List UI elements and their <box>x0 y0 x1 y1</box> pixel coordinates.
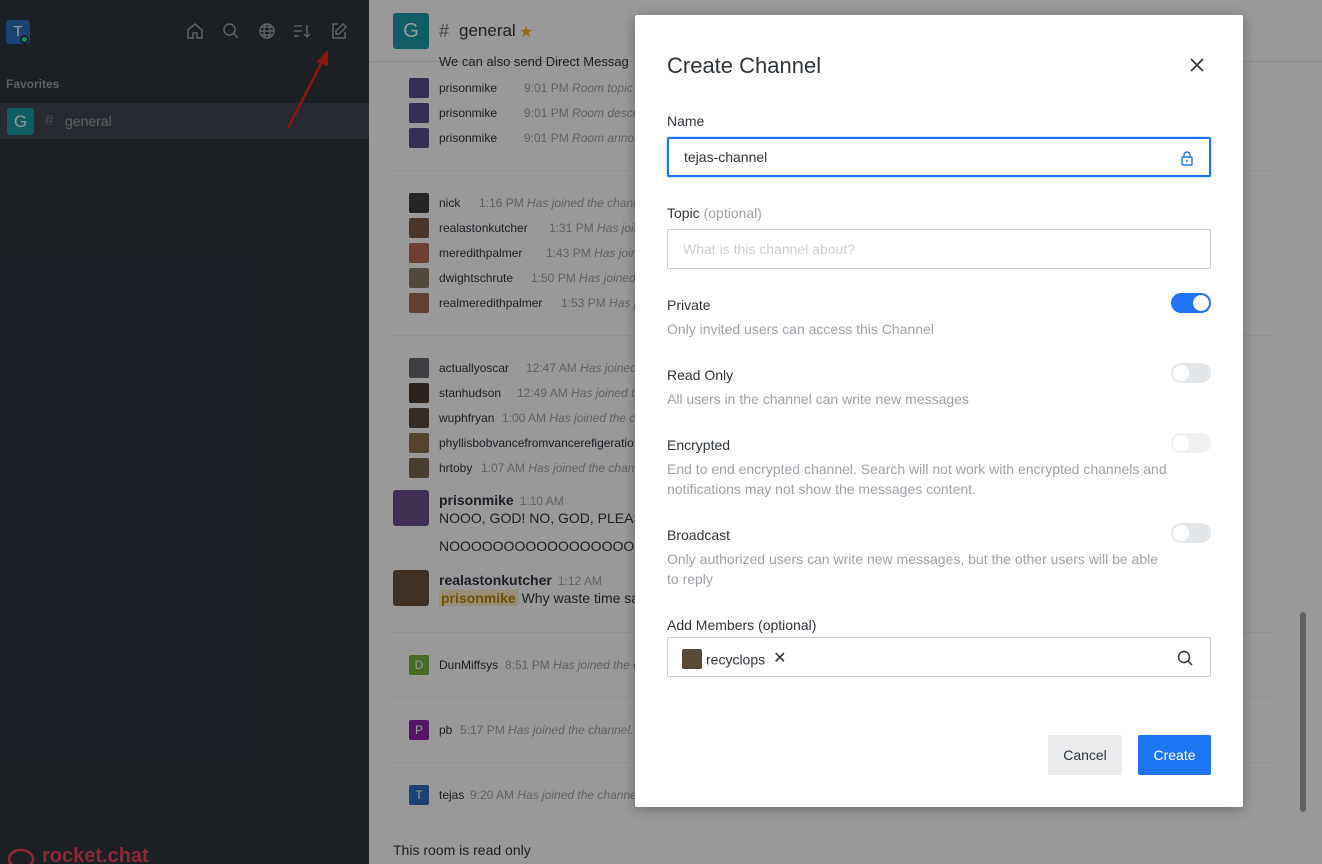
broadcast-toggle[interactable] <box>1171 523 1211 543</box>
name-label: Name <box>667 113 705 129</box>
private-title: Private <box>667 297 711 313</box>
member-avatar <box>682 649 702 670</box>
create-button[interactable]: Create <box>1138 735 1211 775</box>
encrypted-description: End to end encrypted channel. Search wil… <box>667 461 1167 497</box>
topic-input[interactable]: What is this channel about? <box>667 229 1211 269</box>
lock-icon <box>1181 151 1193 166</box>
member-chip[interactable]: recyclops ✕ <box>682 648 787 670</box>
readonly-description: All users in the channel can write new m… <box>667 391 969 407</box>
encrypted-toggle[interactable] <box>1171 433 1211 453</box>
close-icon[interactable] <box>1185 53 1209 77</box>
readonly-toggle[interactable] <box>1171 363 1211 383</box>
topic-label: Topic (optional) <box>667 205 762 221</box>
create-channel-modal: Create Channel Name tejas-channel Topic … <box>635 15 1243 807</box>
broadcast-title: Broadcast <box>667 527 731 543</box>
encrypted-title: Encrypted <box>667 437 731 453</box>
modal-title: Create Channel <box>667 53 822 78</box>
remove-member-icon[interactable]: ✕ <box>773 649 786 669</box>
private-description: Only invited users can access this Chann… <box>667 321 934 337</box>
add-members-label: Add Members (optional) <box>667 617 817 633</box>
add-members-input[interactable]: recyclops ✕ <box>667 637 1211 677</box>
channel-name-input[interactable]: tejas-channel <box>667 137 1211 177</box>
broadcast-description: Only authorized users can write new mess… <box>667 551 1159 587</box>
member-chip-label: recyclops <box>706 651 766 668</box>
cancel-button[interactable]: Cancel <box>1048 735 1122 775</box>
search-icon <box>1177 650 1193 666</box>
private-toggle[interactable] <box>1171 293 1211 313</box>
readonly-title: Read Only <box>667 367 734 383</box>
channel-name-value: tejas-channel <box>684 149 768 165</box>
topic-placeholder: What is this channel about? <box>683 241 855 257</box>
